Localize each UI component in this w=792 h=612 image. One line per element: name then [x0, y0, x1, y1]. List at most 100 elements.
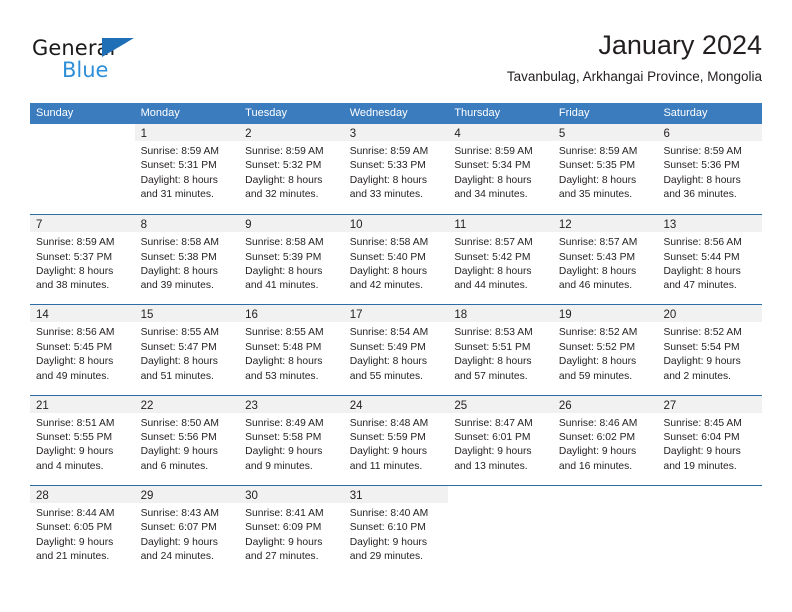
sunrise-text: Sunrise: 8:46 AM — [558, 417, 638, 429]
calendar-day-cell[interactable]: 12 Sunrise: 8:57 AM Sunset: 5:43 PM Dayl… — [552, 215, 658, 304]
daylight-text-line1: Daylight: 9 hours — [349, 536, 428, 548]
calendar-day-cell[interactable]: 24 Sunrise: 8:48 AM Sunset: 5:59 PM Dayl… — [343, 395, 449, 485]
daylight-text-line2: and 19 minutes. — [663, 460, 737, 472]
calendar-day-cell[interactable]: 27 Sunrise: 8:45 AM Sunset: 6:04 PM Dayl… — [657, 395, 763, 485]
daylight-text-line1: Daylight: 9 hours — [349, 446, 428, 458]
daylight-text-line2: and 24 minutes. — [140, 550, 214, 562]
calendar-day-cell[interactable]: 11 Sunrise: 8:57 AM Sunset: 5:42 PM Dayl… — [448, 215, 553, 304]
day-number-band: 18 — [448, 305, 553, 323]
day-number: 31 — [349, 489, 363, 502]
sunset-text: Sunset: 5:47 PM — [140, 341, 217, 353]
daylight-text-line2: and 2 minutes. — [663, 370, 732, 382]
daylight-text-line1: Daylight: 9 hours — [663, 446, 741, 458]
day-details: Sunrise: 8:59 AM Sunset: 5:35 PM Dayligh… — [553, 141, 658, 203]
sunset-text: Sunset: 5:49 PM — [349, 341, 426, 353]
daylight-text-line1: Daylight: 9 hours — [663, 356, 741, 368]
calendar-day-cell[interactable]: 16 Sunrise: 8:55 AM Sunset: 5:48 PM Dayl… — [239, 305, 344, 394]
calendar-day-cell[interactable]: 13 Sunrise: 8:56 AM Sunset: 5:44 PM Dayl… — [657, 215, 763, 304]
day-details: Sunrise: 8:40 AM Sunset: 6:10 PM Dayligh… — [344, 503, 449, 565]
calendar-week-row: 21 Sunrise: 8:51 AM Sunset: 5:55 PM Dayl… — [30, 394, 763, 485]
calendar-day-cell[interactable]: 15 Sunrise: 8:55 AM Sunset: 5:47 PM Dayl… — [134, 305, 240, 394]
sunset-text: Sunset: 6:04 PM — [663, 431, 740, 443]
day-number: 7 — [36, 219, 43, 232]
sunrise-text: Sunrise: 8:55 AM — [140, 327, 219, 339]
calendar-day-cell[interactable]: 5 Sunrise: 8:59 AM Sunset: 5:35 PM Dayli… — [552, 124, 658, 214]
sunrise-text: Sunrise: 8:44 AM — [36, 507, 115, 519]
day-details: Sunrise: 8:57 AM Sunset: 5:42 PM Dayligh… — [448, 232, 553, 294]
day-number: 29 — [140, 489, 154, 502]
calendar-day-cell[interactable]: 22 Sunrise: 8:50 AM Sunset: 5:56 PM Dayl… — [134, 395, 240, 485]
calendar-day-cell[interactable]: 28 Sunrise: 8:44 AM Sunset: 6:05 PM Dayl… — [30, 485, 135, 575]
sunrise-text: Sunrise: 8:59 AM — [663, 146, 742, 157]
calendar-day-cell[interactable]: 19 Sunrise: 8:52 AM Sunset: 5:52 PM Dayl… — [552, 305, 658, 394]
day-number-band: 8 — [134, 215, 240, 233]
calendar-day-cell[interactable]: 14 Sunrise: 8:56 AM Sunset: 5:45 PM Dayl… — [30, 305, 135, 394]
day-details: Sunrise: 8:59 AM Sunset: 5:37 PM Dayligh… — [30, 232, 135, 294]
calendar-day-cell[interactable]: 6 Sunrise: 8:59 AM Sunset: 5:36 PM Dayli… — [657, 124, 763, 214]
daylight-text-line2: and 39 minutes. — [140, 280, 214, 292]
daylight-text-line1: Daylight: 8 hours — [558, 174, 637, 186]
weekday-header-row: Sunday Monday Tuesday Wednesday Thursday… — [30, 103, 762, 124]
general-blue-logo[interactable]: General Blue — [32, 36, 212, 92]
day-details: Sunrise: 8:44 AM Sunset: 6:05 PM Dayligh… — [30, 503, 135, 565]
sunset-text: Sunset: 6:07 PM — [140, 522, 217, 534]
day-number: 23 — [245, 399, 258, 412]
daylight-text-line2: and 44 minutes. — [454, 280, 528, 292]
weekday-header-tuesday: Tuesday — [245, 107, 287, 119]
day-details: Sunrise: 8:43 AM Sunset: 6:07 PM Dayligh… — [135, 503, 240, 565]
calendar-day-cell[interactable]: 26 Sunrise: 8:46 AM Sunset: 6:02 PM Dayl… — [552, 395, 658, 485]
sunrise-text: Sunrise: 8:59 AM — [349, 146, 429, 157]
calendar-day-cell[interactable]: 8 Sunrise: 8:58 AM Sunset: 5:38 PM Dayli… — [134, 215, 240, 304]
calendar-day-cell[interactable]: 18 Sunrise: 8:53 AM Sunset: 5:51 PM Dayl… — [448, 305, 553, 394]
calendar-day-cell[interactable]: 29 Sunrise: 8:43 AM Sunset: 6:07 PM Dayl… — [134, 485, 240, 575]
day-number: 24 — [349, 399, 363, 412]
sunset-text: Sunset: 5:55 PM — [36, 431, 113, 443]
day-number: 18 — [454, 309, 468, 322]
calendar-day-cell[interactable]: 20 Sunrise: 8:52 AM Sunset: 5:54 PM Dayl… — [657, 305, 763, 394]
daylight-text-line2: and 6 minutes. — [140, 460, 209, 472]
day-number: 19 — [558, 309, 572, 322]
day-details: Sunrise: 8:58 AM Sunset: 5:38 PM Dayligh… — [135, 232, 240, 294]
calendar-day-cell[interactable]: 4 Sunrise: 8:59 AM Sunset: 5:34 PM Dayli… — [448, 124, 553, 214]
sunset-text: Sunset: 5:44 PM — [663, 251, 740, 263]
sunset-text: Sunset: 5:32 PM — [245, 160, 322, 172]
daylight-text-line2: and 34 minutes. — [454, 189, 528, 201]
day-number-band: 31 — [343, 485, 449, 503]
calendar-day-cell[interactable]: 30 Sunrise: 8:41 AM Sunset: 6:09 PM Dayl… — [239, 485, 344, 575]
daylight-text-line1: Daylight: 8 hours — [140, 356, 218, 368]
daylight-text-line2: and 16 minutes. — [558, 460, 633, 472]
calendar-day-cell[interactable]: 2 Sunrise: 8:59 AM Sunset: 5:32 PM Dayli… — [239, 124, 344, 214]
sunrise-text: Sunrise: 8:57 AM — [558, 237, 638, 249]
daylight-text-line2: and 29 minutes. — [349, 550, 424, 562]
day-number: 17 — [349, 309, 363, 322]
calendar-day-cell[interactable]: 25 Sunrise: 8:47 AM Sunset: 6:01 PM Dayl… — [448, 395, 553, 485]
daylight-text-line2: and 49 minutes. — [36, 370, 110, 382]
day-number-band: 29 — [134, 485, 240, 503]
sunset-text: Sunset: 5:34 PM — [454, 160, 531, 172]
sunset-text: Sunset: 5:59 PM — [349, 431, 426, 443]
daylight-text-line2: and 46 minutes. — [558, 280, 633, 292]
calendar-day-cell[interactable]: 9 Sunrise: 8:58 AM Sunset: 5:39 PM Dayli… — [239, 215, 344, 304]
sunrise-text: Sunrise: 8:43 AM — [140, 507, 219, 519]
sunset-text: Sunset: 5:33 PM — [349, 160, 426, 172]
calendar-day-cell[interactable]: 21 Sunrise: 8:51 AM Sunset: 5:55 PM Dayl… — [30, 395, 135, 485]
calendar-day-cell[interactable]: 1 Sunrise: 8:59 AM Sunset: 5:31 PM Dayli… — [134, 124, 240, 214]
daylight-text-line2: and 31 minutes. — [140, 189, 214, 201]
day-number-band: 3 — [343, 124, 449, 141]
day-number: 28 — [36, 489, 49, 502]
day-number-band: 7 — [30, 215, 135, 233]
sunrise-text: Sunrise: 8:52 AM — [663, 327, 742, 339]
calendar-day-cell[interactable]: 31 Sunrise: 8:40 AM Sunset: 6:10 PM Dayl… — [343, 485, 449, 575]
sunrise-text: Sunrise: 8:58 AM — [245, 237, 324, 249]
calendar-day-cell[interactable]: 7 Sunrise: 8:59 AM Sunset: 5:37 PM Dayli… — [30, 215, 135, 304]
calendar-day-cell[interactable]: 10 Sunrise: 8:58 AM Sunset: 5:40 PM Dayl… — [343, 215, 449, 304]
calendar-day-cell[interactable]: 3 Sunrise: 8:59 AM Sunset: 5:33 PM Dayli… — [343, 124, 449, 214]
calendar-day-cell[interactable]: 17 Sunrise: 8:54 AM Sunset: 5:49 PM Dayl… — [343, 305, 449, 394]
day-number: 26 — [558, 399, 572, 412]
daylight-text-line1: Daylight: 9 hours — [454, 446, 532, 458]
sunrise-text: Sunrise: 8:59 AM — [558, 146, 638, 157]
sunset-text: Sunset: 5:37 PM — [36, 251, 113, 263]
calendar-day-cell[interactable]: 23 Sunrise: 8:49 AM Sunset: 5:58 PM Dayl… — [239, 395, 344, 485]
day-details: Sunrise: 8:47 AM Sunset: 6:01 PM Dayligh… — [448, 413, 553, 475]
daylight-text-line1: Daylight: 8 hours — [245, 266, 323, 277]
